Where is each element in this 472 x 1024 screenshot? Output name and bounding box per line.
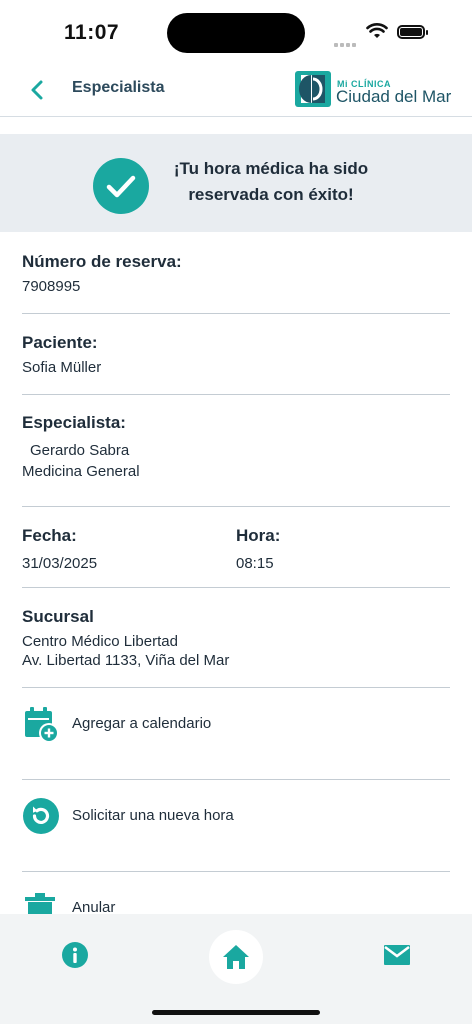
patient-value: Sofia Müller xyxy=(22,359,102,376)
patient-label: Paciente: xyxy=(22,333,98,352)
page-title: Especialista xyxy=(72,79,165,96)
clinic-logo-mark xyxy=(295,71,331,107)
success-banner: ¡Tu hora médica ha sido reservada con éx… xyxy=(0,134,472,232)
home-tab[interactable] xyxy=(209,930,263,984)
divider xyxy=(22,779,450,780)
reservation-number-label: Número de reserva: xyxy=(22,252,182,271)
status-time: 11:07 xyxy=(64,21,120,44)
reservation-number-value: 7908995 xyxy=(22,278,81,295)
date-label: Fecha: xyxy=(22,526,77,545)
success-message-line1: ¡Tu hora médica ha sido xyxy=(173,159,369,178)
time-value: 08:15 xyxy=(236,555,274,572)
divider xyxy=(22,394,450,395)
status-bar: 11:07 xyxy=(0,0,472,64)
wifi-icon xyxy=(366,23,388,38)
navigation-bar: Especialista Mi CLÍNICA Ciudad del Mar xyxy=(0,64,472,117)
add-to-calendar-label: Agregar a calendario xyxy=(72,715,212,732)
divider xyxy=(22,687,450,688)
reservation-number-section: Número de reserva: 7908995 xyxy=(22,252,450,297)
branch-label: Sucursal xyxy=(22,607,94,626)
patient-section: Paciente: Sofia Müller xyxy=(22,333,450,378)
request-new-hour-button[interactable]: Solicitar una nueva hora xyxy=(22,795,450,839)
add-to-calendar-button[interactable]: Agregar a calendario xyxy=(22,703,450,747)
specialist-specialty: Medicina General xyxy=(22,463,140,480)
branch-address: Av. Libertad 1133, Viña del Mar xyxy=(22,652,230,669)
home-indicator xyxy=(152,1010,320,1015)
time-label: Hora: xyxy=(236,526,281,545)
branch-name: Centro Médico Libertad xyxy=(22,633,178,650)
divider xyxy=(22,313,450,314)
dynamic-island xyxy=(167,13,305,53)
time-section: Hora: 08:15 xyxy=(236,526,436,574)
divider xyxy=(22,506,450,507)
divider xyxy=(22,587,450,588)
success-message: ¡Tu hora médica ha sido reservada con éx… xyxy=(161,156,381,208)
clinic-logo: Mi CLÍNICA Ciudad del Mar xyxy=(295,70,455,110)
home-icon xyxy=(223,945,249,969)
logo-big-text: Ciudad del Mar xyxy=(336,87,452,106)
mail-icon[interactable] xyxy=(383,943,411,967)
refresh-icon xyxy=(23,798,59,834)
date-section: Fecha: 31/03/2025 xyxy=(22,526,222,574)
bottom-tab-bar xyxy=(0,914,472,1024)
calendar-plus-icon xyxy=(25,707,59,743)
request-new-hour-label: Solicitar una nueva hora xyxy=(72,807,234,824)
chevron-left-icon[interactable] xyxy=(22,78,52,102)
cellular-signal-icon xyxy=(334,34,358,52)
check-icon xyxy=(93,158,149,214)
info-icon[interactable] xyxy=(61,941,89,969)
battery-icon xyxy=(397,25,428,39)
success-message-line2: reservada con éxito! xyxy=(188,185,354,204)
branch-section: Sucursal Centro Médico Libertad Av. Libe… xyxy=(22,607,450,671)
divider xyxy=(22,871,450,872)
specialist-label: Especialista: xyxy=(22,413,126,432)
date-value: 31/03/2025 xyxy=(22,555,98,572)
specialist-section: Especialista: Gerardo Sabra Medicina Gen… xyxy=(22,413,450,482)
specialist-name: Gerardo Sabra xyxy=(30,442,130,459)
